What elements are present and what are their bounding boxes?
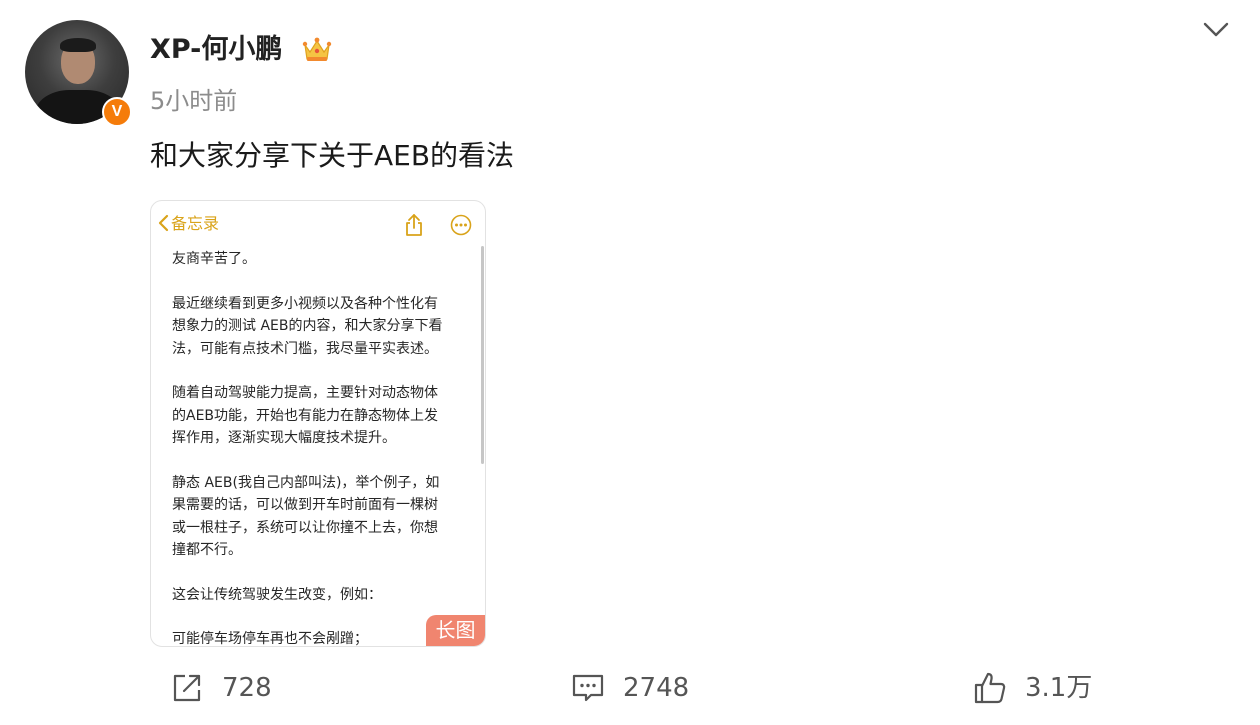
comment-icon bbox=[572, 674, 604, 702]
repost-icon bbox=[173, 674, 201, 702]
memo-scrollbar bbox=[481, 246, 484, 464]
memo-text-line: 撞都不行。 bbox=[172, 542, 242, 558]
memo-text-line: 法，可能有点技术门槛，我尽量平实表述。 bbox=[172, 340, 438, 357]
memo-text-line: 的AEB功能，开始也有能力在静态物体上发 bbox=[172, 407, 439, 424]
more-icon bbox=[450, 214, 472, 236]
repost-button[interactable]: 728 bbox=[170, 670, 272, 706]
thumbs-up-icon bbox=[974, 672, 1006, 704]
memo-paragraph-gap bbox=[172, 450, 472, 472]
avatar-hair bbox=[60, 38, 96, 52]
timestamp: 5小时前 bbox=[150, 87, 238, 115]
repost-count: 728 bbox=[222, 673, 272, 703]
username[interactable]: XP-何小鹏 bbox=[150, 32, 282, 68]
comment-button[interactable]: 2748 bbox=[571, 670, 689, 706]
like-button[interactable]: 3.1万 bbox=[973, 670, 1092, 706]
memo-image-card[interactable]: 备忘录 友商辛苦了。最近继续看到更多小视频以及各种个性化有 想象力的测试 AEB的… bbox=[150, 200, 486, 647]
memo-text-line: 最近继续看到更多小视频以及各种个性化有 bbox=[172, 295, 438, 312]
post-text: 和大家分享下关于AEB的看法 bbox=[150, 139, 515, 172]
weibo-post: V XP-何小鹏 5小时前 和大家分享下关于AEB的看法 备忘录 友商辛苦了。 … bbox=[0, 0, 1260, 725]
like-count: 3.1万 bbox=[1025, 673, 1093, 703]
memo-body: 友商辛苦了。最近继续看到更多小视频以及各种个性化有 想象力的测试 AEB的内容，和… bbox=[172, 248, 472, 646]
share-icon bbox=[406, 214, 422, 236]
memo-paragraph-gap bbox=[172, 271, 472, 293]
memo-back-label: 备忘录 bbox=[171, 214, 220, 233]
memo-text-line: 挥作用，逐渐实现大幅度技术提升。 bbox=[172, 430, 396, 446]
memo-paragraph-gap bbox=[172, 562, 472, 584]
long-image-badge: 长图 bbox=[426, 615, 485, 646]
memo-text-line: 静态 AEB(我自己内部叫法)，举个例子，如 bbox=[172, 474, 440, 491]
comment-count: 2748 bbox=[623, 673, 690, 703]
memo-text-line: 想象力的测试 AEB的内容，和大家分享下看 bbox=[172, 318, 443, 334]
memo-text-line: 友商辛苦了。 bbox=[172, 251, 256, 267]
verified-badge: V bbox=[102, 97, 132, 127]
memo-text-line: 果需要的话，可以做到开车时前面有一棵树 bbox=[172, 497, 438, 513]
memo-text-line: 这会让传统驾驶发生改变，例如： bbox=[172, 586, 382, 603]
memo-text-line: 或一根柱子，系统可以让你撞不上去，你想 bbox=[172, 519, 438, 536]
back-chevron-icon bbox=[158, 214, 169, 232]
crown-icon[interactable] bbox=[302, 36, 332, 64]
memo-text-line: 随着自动驾驶能力提高，主要针对动态物体 bbox=[172, 385, 438, 401]
memo-paragraph-gap bbox=[172, 360, 472, 382]
memo-back-button: 备忘录 bbox=[157, 213, 219, 235]
chevron-down-icon[interactable] bbox=[1202, 18, 1230, 40]
